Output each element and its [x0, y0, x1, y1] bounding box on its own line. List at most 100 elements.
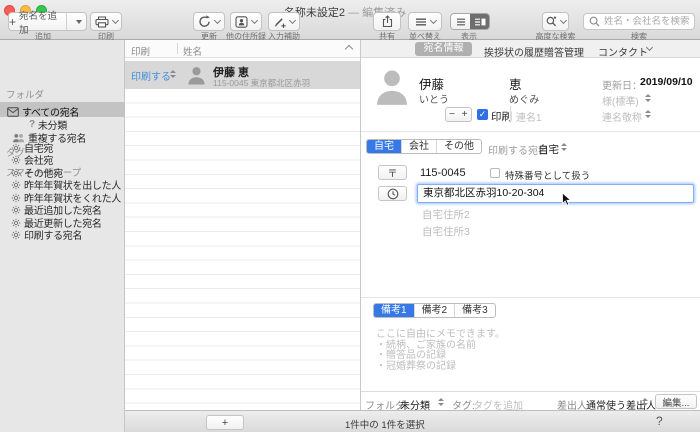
- add-row-button[interactable]: +: [206, 415, 244, 430]
- contact-row-selected[interactable]: 印刷する 伊藤 恵 115-0045 東京都北区赤羽: [125, 61, 360, 89]
- contact-list: 印刷 姓名 印刷する 伊藤 恵 115-0045 東京都北区赤羽: [125, 40, 360, 410]
- question-icon: ?: [29, 119, 35, 130]
- share-button[interactable]: [373, 12, 401, 31]
- address2-input[interactable]: 自宅住所2: [422, 207, 470, 222]
- sort-lines-icon: [415, 18, 427, 26]
- gear-icon: [11, 155, 21, 165]
- search-field: [583, 13, 695, 30]
- address-app-window: 名称未設定2 — 編集済み + 宛名を追加 追加 印刷: [0, 0, 700, 432]
- tab-contact-info[interactable]: 宛名情報: [415, 42, 472, 56]
- tab-memo2[interactable]: 備考2: [415, 304, 456, 317]
- stepper-up-icon: [645, 110, 651, 113]
- gear-icon: [11, 168, 21, 178]
- print-target-value[interactable]: 自宅: [538, 142, 559, 157]
- search-input[interactable]: [604, 16, 689, 27]
- address-type-tabs: 自宅 会社 その他: [366, 139, 482, 154]
- add-joint-name-button[interactable]: +: [458, 107, 472, 122]
- tab-memo3[interactable]: 備考3: [455, 304, 495, 317]
- add-contact-dropdown[interactable]: [71, 13, 86, 30]
- chevron-down-icon: [251, 16, 258, 23]
- row-print-stepper[interactable]: [170, 70, 176, 78]
- chevron-down-icon: [214, 16, 221, 23]
- joint-honorific-select[interactable]: 連名敬称: [602, 109, 642, 124]
- sidebar: フォルダ すべての宛名 ? 未分類 重複する宛名 タグ スマートグループ 自宅宛…: [0, 40, 125, 432]
- chevron-down-icon: [559, 16, 566, 23]
- tab-home[interactable]: 自宅: [367, 140, 402, 153]
- envelope-icon: [7, 107, 19, 117]
- sender-stepper[interactable]: [642, 398, 648, 406]
- edit-sender-button[interactable]: 編集...: [655, 394, 697, 409]
- search-icon: [589, 16, 600, 27]
- updated-date-label: 更新日：: [602, 77, 642, 92]
- history-clock-button[interactable]: [378, 186, 407, 201]
- stepper-up-icon: [561, 143, 567, 146]
- address1-input[interactable]: 東京都北区赤羽10-20-304: [417, 184, 694, 203]
- joint-name-1-field[interactable]: 連名1: [516, 109, 542, 124]
- pencil-plus-icon: [273, 15, 286, 28]
- folder-stepper[interactable]: [438, 398, 444, 406]
- sidebar-item-smart-group[interactable]: 印刷する宛名: [11, 227, 82, 242]
- update-button[interactable]: [193, 12, 225, 31]
- printer-icon: [95, 16, 109, 28]
- contact-avatar-icon[interactable]: [375, 66, 409, 106]
- add-contact-button[interactable]: + 宛名を追加: [8, 12, 87, 31]
- sort-ascending-icon[interactable]: [345, 45, 353, 53]
- column-divider: [177, 43, 178, 54]
- gear-icon: [11, 143, 21, 153]
- remove-joint-name-button[interactable]: −: [445, 107, 459, 122]
- search-plus-icon: [546, 16, 557, 27]
- titlebar-toolbar: 名称未設定2 — 編集済み + 宛名を追加 追加 印刷: [0, 0, 700, 40]
- stepper-down-icon: [170, 75, 176, 78]
- sidebar-item-label: 印刷する宛名: [24, 227, 82, 242]
- first-kana-field[interactable]: めぐみ: [509, 91, 539, 106]
- memo-placeholder[interactable]: ここに自由にメモできます。 ・続柄、ご家族の名前 ・贈答品の記録 ・冠婚葬祭の記…: [376, 330, 505, 372]
- special-number-checkbox[interactable]: [490, 168, 500, 178]
- view-list-detail-segment[interactable]: [470, 14, 489, 29]
- last-kana-field[interactable]: いとう: [419, 91, 449, 106]
- plus-icon: +: [9, 15, 16, 29]
- tab-contacts[interactable]: コンタクト: [598, 44, 648, 59]
- joint-honorific-stepper[interactable]: [645, 110, 651, 118]
- input-assist-button[interactable]: [268, 12, 300, 31]
- print-checkbox[interactable]: ✓: [477, 109, 488, 120]
- stepper-up-icon: [645, 94, 651, 97]
- row-address: 115-0045 東京都北区赤羽: [213, 77, 310, 89]
- mouse-cursor-icon: [561, 192, 572, 207]
- other-addressbooks-button[interactable]: [230, 12, 262, 31]
- stepper-down-icon: [642, 403, 648, 406]
- gear-icon: [11, 230, 21, 240]
- print-button[interactable]: [90, 12, 122, 31]
- avatar-icon: [187, 65, 206, 85]
- honorific-select[interactable]: 様(標準): [602, 93, 639, 108]
- tab-other[interactable]: その他: [437, 140, 481, 153]
- view-list-segment[interactable]: [451, 14, 470, 29]
- tab-greeting-history[interactable]: 挨拶状の履歴: [484, 44, 544, 59]
- postal-lookup-button[interactable]: 〒: [378, 165, 407, 180]
- row-print-toggle[interactable]: 印刷する: [131, 68, 171, 83]
- address3-input[interactable]: 自宅住所3: [422, 224, 470, 239]
- help-button[interactable]: ?: [656, 414, 663, 428]
- sort-button[interactable]: [408, 12, 442, 31]
- detail-panel: 宛名情報 挨拶状の履歴 贈答管理 コンタクト 伊藤 恵 いとう めぐみ 更新日：…: [360, 40, 700, 410]
- honorific-stepper[interactable]: [645, 94, 651, 102]
- folders-header: フォルダ: [6, 87, 44, 101]
- gear-icon: [11, 193, 21, 203]
- memo-line: ・冠婚葬祭の記録: [376, 362, 505, 373]
- chevron-down-icon: [111, 16, 118, 23]
- memo-tabs: 備考1 備考2 備考3: [373, 303, 496, 318]
- gear-icon: [11, 205, 21, 215]
- gear-icon: [11, 218, 21, 228]
- postal-code-field[interactable]: 115-0045: [420, 167, 466, 179]
- tab-company[interactable]: 会社: [402, 140, 437, 153]
- share-icon: [382, 15, 393, 28]
- view-segmented-control: [450, 13, 490, 30]
- tab-memo1[interactable]: 備考1: [374, 304, 415, 317]
- advanced-search-button[interactable]: [542, 12, 569, 31]
- detail-tabbar: 宛名情報 挨拶状の履歴 贈答管理 コンタクト: [361, 40, 700, 58]
- section-divider: [361, 297, 700, 298]
- chevron-down-icon: [429, 16, 436, 23]
- name-column-header[interactable]: 姓名: [183, 44, 202, 58]
- tab-gift-management[interactable]: 贈答管理: [544, 44, 584, 59]
- print-target-stepper[interactable]: [561, 143, 567, 151]
- print-column-header[interactable]: 印刷: [131, 44, 150, 58]
